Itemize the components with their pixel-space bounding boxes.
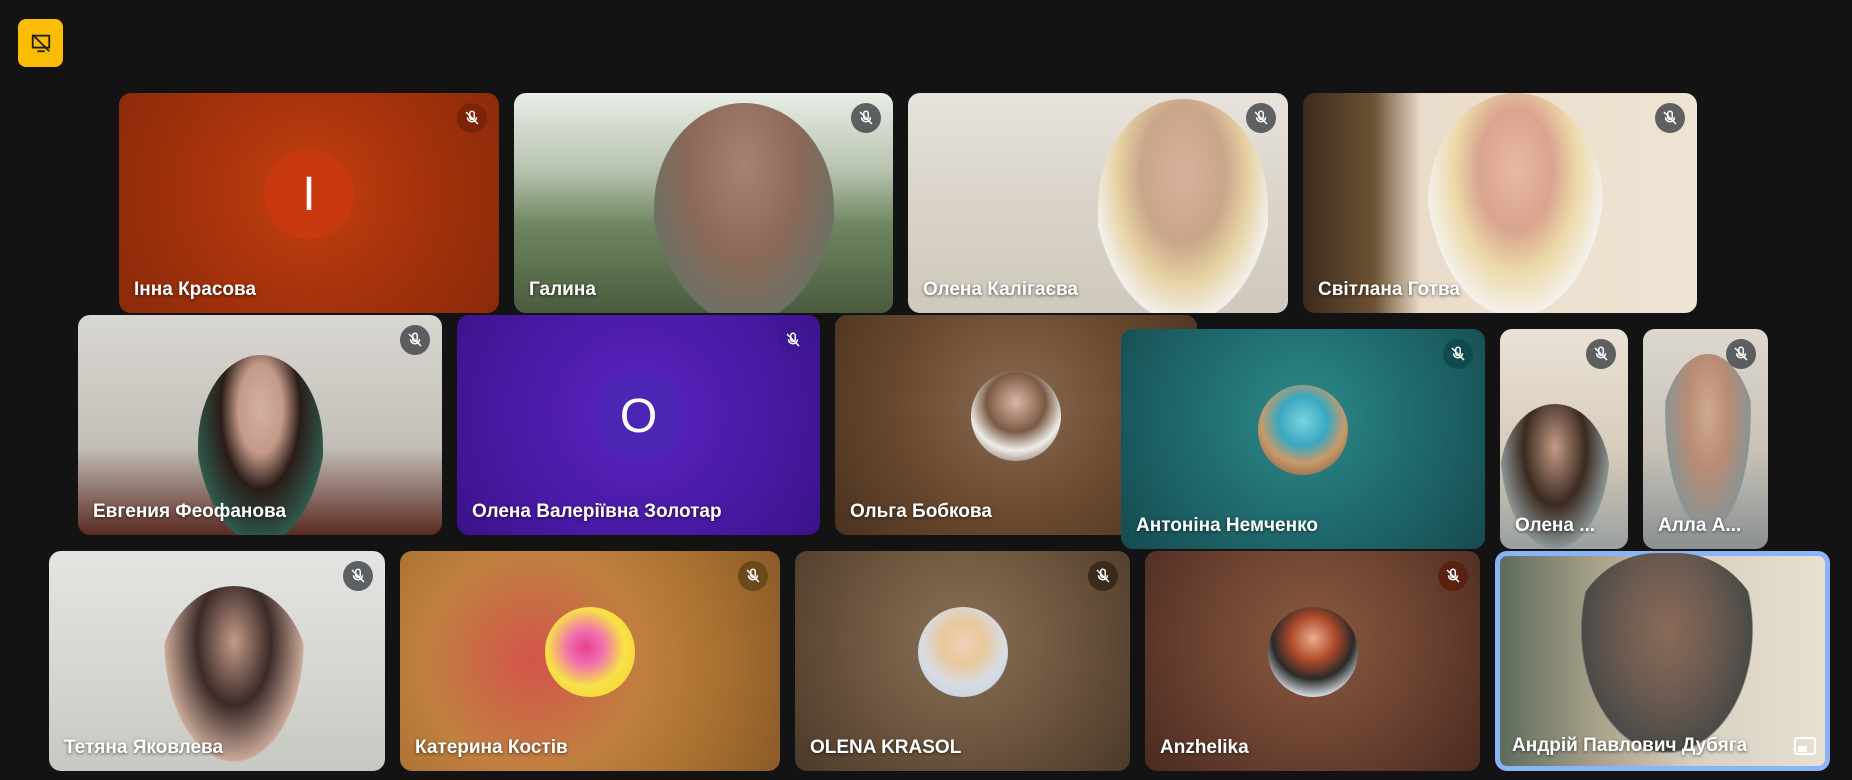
participant-tile[interactable]: OLENA KRASOL bbox=[795, 551, 1130, 771]
participant-tile[interactable]: Алла А... bbox=[1643, 329, 1768, 549]
participant-name: Олена Калігаєва bbox=[923, 279, 1078, 300]
mic-off-icon bbox=[457, 103, 487, 133]
participant-tile[interactable]: Антоніна Немченко bbox=[1121, 329, 1485, 549]
mic-off-icon bbox=[778, 325, 808, 355]
participant-name: Тетяна Яковлева bbox=[64, 737, 224, 758]
mic-off-icon bbox=[1246, 103, 1276, 133]
participant-name: Інна Красова bbox=[134, 279, 257, 300]
participant-tile[interactable]: Олена Калігаєва bbox=[908, 93, 1288, 313]
participant-tile[interactable]: Тетяна Яковлева bbox=[49, 551, 385, 771]
avatar-image bbox=[545, 607, 635, 697]
mic-off-icon bbox=[738, 561, 768, 591]
participant-tile[interactable]: Anzhelika bbox=[1145, 551, 1480, 771]
presentation-off-button[interactable] bbox=[18, 19, 63, 67]
avatar-image bbox=[1258, 385, 1348, 475]
avatar-image bbox=[971, 371, 1061, 461]
participant-tile[interactable]: Евгения Феофанова bbox=[78, 315, 442, 535]
participant-tile[interactable]: І Інна Красова bbox=[119, 93, 499, 313]
participant-name: Anzhelika bbox=[1160, 737, 1249, 758]
avatar-initial: О bbox=[593, 371, 684, 461]
participant-name: OLENA KRASOL bbox=[810, 737, 962, 758]
mic-off-icon bbox=[1443, 339, 1473, 369]
mic-off-icon bbox=[1726, 339, 1756, 369]
participant-tile[interactable]: Олена ... bbox=[1500, 329, 1628, 549]
participant-tile[interactable]: Галина bbox=[514, 93, 893, 313]
mic-off-icon bbox=[1088, 561, 1118, 591]
participant-tile[interactable]: Катерина Костів bbox=[400, 551, 780, 771]
participant-name: Світлана Готва bbox=[1318, 279, 1460, 300]
participant-tile[interactable]: О Олена Валеріївна Золотар bbox=[457, 315, 820, 535]
mic-off-icon bbox=[1655, 103, 1685, 133]
participant-name: Олена Валеріївна Золотар bbox=[472, 501, 722, 522]
participant-name: Евгения Феофанова bbox=[93, 501, 287, 522]
mic-off-icon bbox=[1438, 561, 1468, 591]
picture-in-picture-icon[interactable] bbox=[1794, 737, 1816, 755]
participant-name: Галина bbox=[529, 279, 596, 300]
avatar-image bbox=[1267, 607, 1358, 697]
mic-off-icon bbox=[851, 103, 881, 133]
mic-off-icon bbox=[1586, 339, 1616, 369]
video-feed bbox=[1098, 99, 1268, 313]
avatar-image bbox=[917, 607, 1008, 697]
mic-off-icon bbox=[400, 325, 430, 355]
participant-tile[interactable]: Світлана Готва bbox=[1303, 93, 1697, 313]
participant-tile-self[interactable]: Андрій Павлович Дубяга bbox=[1495, 551, 1830, 771]
participant-name: Андрій Павлович Дубяга bbox=[1512, 735, 1748, 756]
avatar-initial: І bbox=[264, 149, 354, 239]
mic-off-icon bbox=[343, 561, 373, 591]
presentation-off-icon bbox=[31, 34, 50, 53]
participant-name: Олена ... bbox=[1515, 515, 1596, 536]
participant-name: Антоніна Немченко bbox=[1136, 515, 1318, 536]
video-feed bbox=[654, 103, 834, 313]
participant-name: Ольга Бобкова bbox=[850, 501, 992, 522]
participant-name: Алла А... bbox=[1658, 515, 1742, 536]
participant-name: Катерина Костів bbox=[415, 737, 568, 758]
